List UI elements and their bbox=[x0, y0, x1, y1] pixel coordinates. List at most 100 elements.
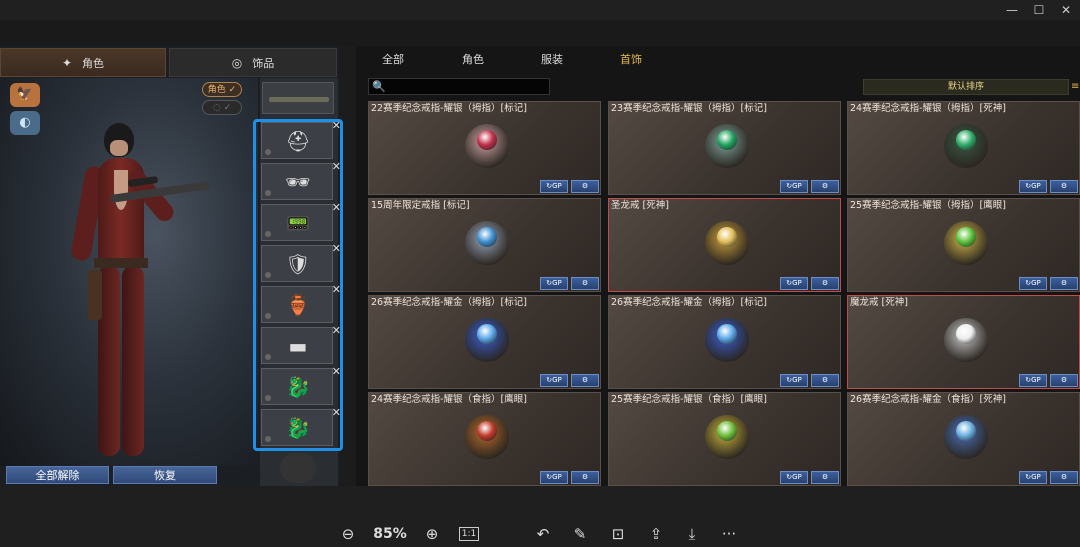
item-card[interactable]: 魔龙戒 [死神] ↻GP ⚙ bbox=[847, 295, 1080, 389]
download-icon[interactable]: ⤓ bbox=[681, 522, 703, 546]
settings-icon[interactable]: ⚙ bbox=[571, 277, 599, 290]
tab-role[interactable]: ✦ 角色 bbox=[0, 48, 166, 77]
empty-slot[interactable] bbox=[280, 453, 316, 483]
gp-button[interactable]: ↻GP bbox=[540, 374, 568, 387]
item-title: 24赛季纪念戒指-耀银（拇指）[死神] bbox=[850, 103, 1006, 114]
mask-emblem-icon[interactable]: ◐ bbox=[10, 111, 40, 135]
eagle-emblem-icon[interactable]: 🦅 bbox=[10, 83, 40, 107]
gp-label: GP bbox=[792, 279, 802, 287]
gp-label: GP bbox=[792, 182, 802, 190]
menu-icon[interactable]: ≡ bbox=[1071, 79, 1080, 95]
gp-label: GP bbox=[1031, 376, 1041, 384]
tab-accessories[interactable]: ◎ 饰品 bbox=[169, 48, 337, 77]
gem-icon bbox=[956, 421, 976, 441]
eye-off-icon: ◌ bbox=[212, 103, 221, 113]
gem-icon bbox=[956, 324, 976, 344]
gp-label: GP bbox=[1031, 279, 1041, 287]
more-icon[interactable]: ··· bbox=[718, 522, 740, 546]
hide-toggle-check: ✓ bbox=[223, 103, 232, 113]
settings-icon[interactable]: ⚙ bbox=[811, 277, 839, 290]
gem-icon bbox=[717, 421, 737, 441]
gp-label: GP bbox=[1031, 182, 1041, 190]
zoom-in-icon[interactable]: ⊕ bbox=[421, 522, 443, 546]
settings-icon[interactable]: ⚙ bbox=[571, 180, 599, 193]
settings-icon[interactable]: ⚙ bbox=[1050, 180, 1078, 193]
settings-icon[interactable]: ⚙ bbox=[571, 471, 599, 484]
item-title: 魔龙戒 [死神] bbox=[850, 297, 908, 308]
item-title: 25赛季纪念戒指-耀银（食指）[鹰眼] bbox=[611, 394, 767, 405]
restore-button[interactable]: 恢复 bbox=[113, 466, 217, 484]
zoom-level: 85% bbox=[373, 526, 407, 542]
share-icon[interactable]: ⇪ bbox=[645, 522, 667, 546]
tab-accessories-label: 饰品 bbox=[252, 57, 275, 70]
item-card[interactable]: 24赛季纪念戒指-耀银（拇指）[死神] ↻GP ⚙ bbox=[847, 101, 1080, 195]
gp-label: GP bbox=[552, 473, 562, 481]
gp-label: GP bbox=[1031, 473, 1041, 481]
character-preview[interactable]: 🦅 ◐ 角色 ✓ ◌ ✓ bbox=[0, 78, 258, 466]
shop-panel: 全部 角色 服装 首饰 🔍 默认排序 ≡ 22赛季纪念戒指-耀银（拇指）[标记]… bbox=[356, 46, 1080, 486]
item-title: 15周年限定戒指 [标记] bbox=[371, 200, 470, 211]
tab-jewelry[interactable]: 首饰 bbox=[620, 49, 642, 71]
minimize-button[interactable]: — bbox=[1003, 2, 1021, 18]
settings-icon[interactable]: ⚙ bbox=[571, 374, 599, 387]
weapon-slot[interactable] bbox=[262, 82, 334, 114]
item-card[interactable]: 22赛季纪念戒指-耀银（拇指）[标记] ↻GP ⚙ bbox=[368, 101, 601, 195]
settings-icon[interactable]: ⚙ bbox=[811, 471, 839, 484]
settings-icon[interactable]: ⚙ bbox=[1050, 277, 1078, 290]
settings-icon[interactable]: ⚙ bbox=[811, 374, 839, 387]
actual-size-button[interactable]: 1:1 bbox=[459, 527, 479, 541]
edit-icon[interactable]: ✎ bbox=[569, 522, 591, 546]
gem-icon bbox=[477, 227, 497, 247]
gp-button[interactable]: ↻GP bbox=[780, 374, 808, 387]
item-card[interactable]: 15周年限定戒指 [标记] ↻GP ⚙ bbox=[368, 198, 601, 292]
item-title: 24赛季纪念戒指-耀银（食指）[鹰眼] bbox=[371, 394, 527, 405]
tab-all[interactable]: 全部 bbox=[382, 49, 404, 71]
gp-button[interactable]: ↻GP bbox=[780, 277, 808, 290]
gp-button[interactable]: ↻GP bbox=[780, 180, 808, 193]
viewer-toolbar: ⊖ 85% ⊕ 1:1 ↶ ✎ ⊡ ⇪ ⤓ ··· bbox=[0, 486, 1080, 547]
gem-icon bbox=[477, 421, 497, 441]
text-recognize-icon[interactable]: ⊡ bbox=[607, 522, 629, 546]
gp-button[interactable]: ↻GP bbox=[540, 277, 568, 290]
gp-button[interactable]: ↻GP bbox=[1019, 277, 1047, 290]
gem-icon bbox=[717, 324, 737, 344]
item-title: 26赛季纪念戒指-耀金（拇指）[标记] bbox=[611, 297, 767, 308]
sort-dropdown[interactable]: 默认排序 bbox=[863, 79, 1069, 95]
item-title: 圣龙戒 [死神] bbox=[611, 200, 669, 211]
gp-button[interactable]: ↻GP bbox=[540, 180, 568, 193]
gp-label: GP bbox=[792, 376, 802, 384]
role-toggle[interactable]: 角色 ✓ bbox=[202, 82, 242, 97]
item-card[interactable]: 26赛季纪念戒指-耀金（食指）[死神] ↻GP ⚙ bbox=[847, 392, 1080, 486]
gp-button[interactable]: ↻GP bbox=[1019, 374, 1047, 387]
gp-button[interactable]: ↻GP bbox=[780, 471, 808, 484]
zoom-out-icon[interactable]: ⊖ bbox=[337, 522, 359, 546]
tab-role-label: 角色 bbox=[82, 57, 105, 70]
rotate-icon[interactable]: ↶ bbox=[532, 522, 554, 546]
item-card[interactable]: 25赛季纪念戒指-耀银（食指）[鹰眼] ↻GP ⚙ bbox=[608, 392, 841, 486]
settings-icon[interactable]: ⚙ bbox=[1050, 374, 1078, 387]
item-card[interactable]: 圣龙戒 [死神] ↻GP ⚙ bbox=[608, 198, 841, 292]
gp-label: GP bbox=[552, 376, 562, 384]
maximize-button[interactable]: ☐ bbox=[1030, 2, 1048, 18]
gem-icon bbox=[956, 130, 976, 150]
item-card[interactable]: 26赛季纪念戒指-耀金（拇指）[标记] ↻GP ⚙ bbox=[368, 295, 601, 389]
gp-button[interactable]: ↻GP bbox=[1019, 471, 1047, 484]
gp-button[interactable]: ↻GP bbox=[540, 471, 568, 484]
unequip-all-button[interactable]: 全部解除 bbox=[6, 466, 109, 484]
tab-character[interactable]: 角色 bbox=[462, 49, 484, 71]
settings-icon[interactable]: ⚙ bbox=[811, 180, 839, 193]
item-title: 25赛季纪念戒指-耀银（拇指）[鹰眼] bbox=[850, 200, 1006, 211]
item-card[interactable]: 25赛季纪念戒指-耀银（拇指）[鹰眼] ↻GP ⚙ bbox=[847, 198, 1080, 292]
gp-button[interactable]: ↻GP bbox=[1019, 180, 1047, 193]
search-input[interactable]: 🔍 bbox=[368, 78, 550, 95]
settings-icon[interactable]: ⚙ bbox=[1050, 471, 1078, 484]
item-card[interactable]: 26赛季纪念戒指-耀金（拇指）[标记] ↻GP ⚙ bbox=[608, 295, 841, 389]
item-card[interactable]: 23赛季纪念戒指-耀银（拇指）[标记] ↻GP ⚙ bbox=[608, 101, 841, 195]
ring-icon: ◎ bbox=[231, 56, 243, 70]
search-icon: 🔍 bbox=[372, 80, 386, 93]
hide-toggle[interactable]: ◌ ✓ bbox=[202, 100, 242, 115]
character-model bbox=[60, 118, 210, 463]
item-card[interactable]: 24赛季纪念戒指-耀银（食指）[鹰眼] ↻GP ⚙ bbox=[368, 392, 601, 486]
close-button[interactable]: ✕ bbox=[1057, 2, 1075, 18]
tab-costume[interactable]: 服装 bbox=[541, 49, 563, 71]
